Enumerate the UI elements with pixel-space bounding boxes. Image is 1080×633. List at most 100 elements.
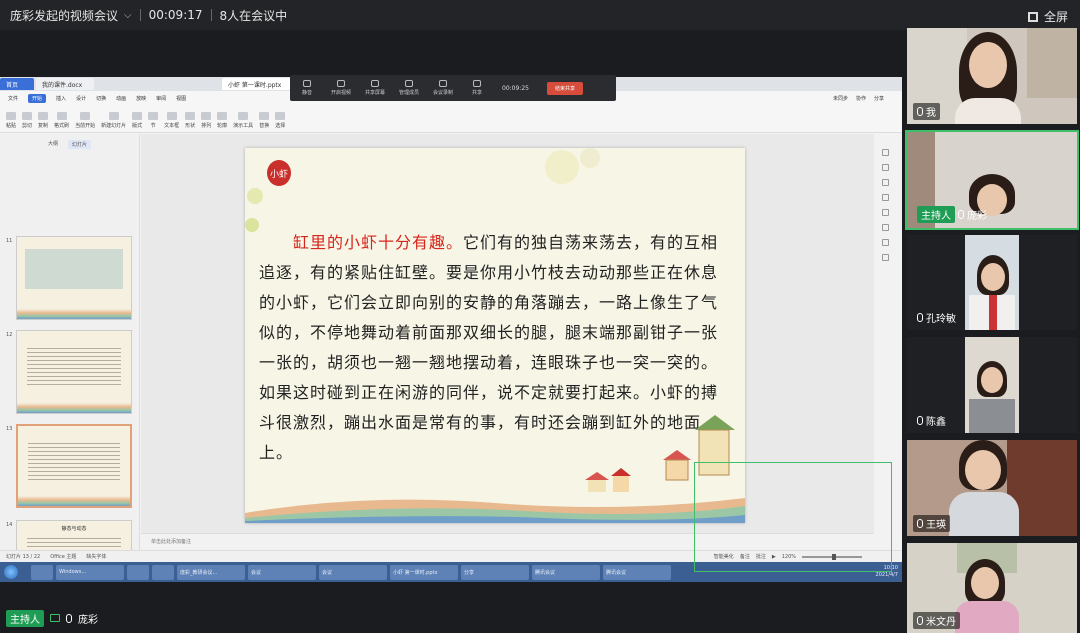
tool-icon[interactable] xyxy=(882,209,889,216)
participant-tile[interactable]: 陈鑫 xyxy=(907,337,1077,433)
menu-insert[interactable]: 插入 xyxy=(56,95,66,102)
fullscreen-button[interactable]: 全屏 xyxy=(1027,8,1068,25)
decor-dot xyxy=(247,188,263,204)
ribbon-button[interactable]: 节 xyxy=(148,112,159,129)
taskbar-item[interactable] xyxy=(31,564,53,580)
meeting-duration: 00:09:17 xyxy=(148,8,203,22)
ribbon-button[interactable]: 替换 xyxy=(259,112,269,129)
members-label: 管理成员 xyxy=(398,90,419,96)
taskbar-item[interactable]: 会议 xyxy=(319,564,387,580)
slide-thumbnail-selected[interactable] xyxy=(16,424,132,508)
participant-label: 陈鑫 xyxy=(913,412,950,429)
collab-button[interactable]: 协作 xyxy=(856,95,866,102)
tool-icon[interactable] xyxy=(882,239,889,246)
ribbon-button[interactable]: 排列 xyxy=(201,112,211,129)
ribbon-label: 新建幻灯片 xyxy=(101,123,127,129)
ribbon-button[interactable]: 新建幻灯片 xyxy=(101,112,126,129)
share-doc-button[interactable]: 分享 xyxy=(874,95,884,102)
ribbon-icon xyxy=(166,112,177,120)
slide-panel: 大纲 幻灯片 11 12 13 14 静态与动态 xyxy=(0,134,140,582)
participant-tile[interactable]: 孔玲敏 xyxy=(907,235,1077,330)
tool-icon[interactable] xyxy=(882,254,889,261)
participant-tile-active[interactable]: 主持人 庞彩 xyxy=(905,130,1079,230)
current-slide[interactable]: 小虾 缸里的小虾十分有趣。它们有的独自荡来荡去，有的互相追逐，有的紧贴住缸壁。要… xyxy=(245,148,745,523)
thumb-number: 11 xyxy=(6,238,13,244)
ribbon-button[interactable]: 复制 xyxy=(38,112,48,129)
slide-thumbnail[interactable] xyxy=(16,330,132,414)
ribbon-button[interactable]: 当前开始 xyxy=(75,112,95,129)
tab-doc[interactable]: 我的课件.docx xyxy=(36,78,94,90)
ribbon-button[interactable]: 形状 xyxy=(185,112,195,129)
start-button-icon[interactable] xyxy=(4,565,18,579)
menu-home[interactable]: 开始 xyxy=(28,93,47,103)
participant-tile[interactable]: 王瑛 xyxy=(907,440,1077,536)
menu-review[interactable]: 审阅 xyxy=(156,95,166,102)
ribbon-button[interactable]: 格式刷 xyxy=(54,112,69,129)
taskbar-item[interactable]: 腾讯会议 xyxy=(532,564,600,580)
menu-design[interactable]: 设计 xyxy=(76,95,86,102)
meeting-title[interactable]: 庞彩发起的视频会议 xyxy=(10,7,118,24)
ribbon-button[interactable]: 版式 xyxy=(132,112,142,129)
tab-home[interactable]: 首页 xyxy=(0,78,34,90)
thumb-wave xyxy=(18,496,130,506)
participant-tile[interactable]: 米文丹 xyxy=(907,543,1077,633)
more-share-button[interactable]: 共享 xyxy=(460,80,494,96)
tool-icon[interactable] xyxy=(882,194,889,201)
video-button[interactable]: 开启视频 xyxy=(324,80,358,96)
right-toolbar xyxy=(882,149,896,261)
clock-date: 2021/4/7 xyxy=(875,572,898,578)
taskbar-item[interactable] xyxy=(152,564,174,580)
divider xyxy=(210,9,212,21)
meeting-window: 庞彩发起的视频会议 ⌵ 00:09:17 8人在会议中 全屏 静音 开启视频 共… xyxy=(0,0,1080,633)
ribbon: 粘贴 剪切 复制 格式刷 当前开始 新建幻灯片 版式 节 文本框 形状 排列 轮廓 演示工具 替换 选择 xyxy=(0,105,902,133)
ribbon-button[interactable]: 粘贴 xyxy=(6,112,16,129)
menu-animation[interactable]: 动画 xyxy=(116,95,126,102)
taskbar-item[interactable] xyxy=(127,564,149,580)
record-button[interactable]: 会议录制 xyxy=(426,80,460,96)
tab-slides[interactable]: 幻灯片 xyxy=(68,140,92,149)
ribbon-button[interactable]: 轮廓 xyxy=(217,112,227,129)
members-button[interactable]: 管理成员 xyxy=(392,80,426,96)
ribbon-label: 选择 xyxy=(275,123,286,129)
taskbar-item[interactable]: 分享 xyxy=(461,564,529,580)
taskbar-item[interactable]: 庞彩_教研会议... xyxy=(177,564,245,580)
menu-slideshow[interactable]: 放映 xyxy=(136,95,146,102)
menu-file[interactable]: 文件 xyxy=(8,95,18,102)
taskbar-item[interactable]: Windows... xyxy=(56,564,124,580)
taskbar-item[interactable]: 腾讯会议 xyxy=(603,564,671,580)
shared-screen: 首页 我的课件.docx 小虾 第一课时.pptx 文件 开始 插入 设计 切换… xyxy=(0,77,902,582)
ribbon-button[interactable]: 剪切 xyxy=(22,112,32,129)
participant-label: 米文丹 xyxy=(913,612,960,629)
stop-share-button[interactable]: 结束共享 xyxy=(546,81,583,95)
ribbon-button[interactable]: 选择 xyxy=(275,112,285,129)
participant-video xyxy=(965,337,1019,433)
decor-dot xyxy=(245,218,259,232)
participant-tile[interactable]: 我 xyxy=(907,28,1077,124)
taskbar-item[interactable]: 会议 xyxy=(248,564,316,580)
ribbon-label: 当前开始 xyxy=(75,123,96,129)
menu-transition[interactable]: 切换 xyxy=(96,95,106,102)
ribbon-button[interactable]: 文本框 xyxy=(164,112,179,129)
participant-name: 庞彩 xyxy=(967,211,987,222)
menu-view[interactable]: 视图 xyxy=(176,95,186,102)
tool-icon[interactable] xyxy=(882,224,889,231)
tool-icon[interactable] xyxy=(882,179,889,186)
fullscreen-label: 全屏 xyxy=(1043,10,1068,24)
share-screen-button[interactable]: 共享屏幕 xyxy=(358,80,392,96)
sync-status[interactable]: 未同步 xyxy=(833,95,848,102)
tool-icon[interactable] xyxy=(882,149,889,156)
mute-button[interactable]: 静音 xyxy=(290,80,324,96)
ribbon-icon xyxy=(22,112,33,120)
taskbar-item[interactable]: 小虾 第一课时.pptx xyxy=(390,564,458,580)
ribbon-label: 演示工具 xyxy=(233,123,254,129)
missing-font[interactable]: 缺失字体 xyxy=(86,553,106,560)
slide-lead: 缸里的小虾十分有趣。 xyxy=(293,233,464,252)
ribbon-button[interactable]: 演示工具 xyxy=(233,112,253,129)
tab-outline[interactable]: 大纲 xyxy=(48,140,58,149)
participant-count[interactable]: 8人在会议中 xyxy=(220,7,288,24)
chevron-down-icon[interactable]: ⌵ xyxy=(124,10,132,21)
slide-thumbnail[interactable] xyxy=(16,236,132,320)
ribbon-label: 轮廓 xyxy=(217,123,228,129)
tool-icon[interactable] xyxy=(882,164,889,171)
thumb-number: 12 xyxy=(6,332,13,338)
